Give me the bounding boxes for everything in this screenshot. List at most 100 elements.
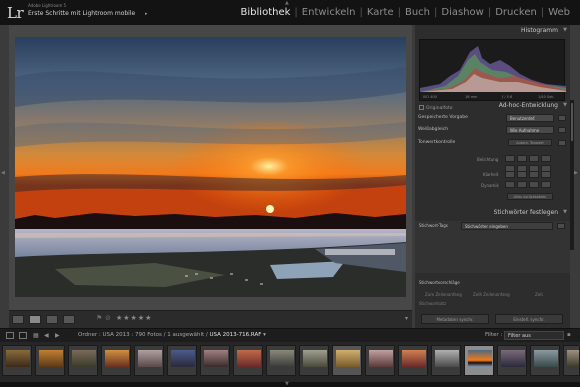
filmstrip-thumbnail[interactable] — [563, 345, 580, 376]
right-panel-scrollbar[interactable] — [570, 100, 574, 250]
filmstrip[interactable] — [0, 342, 580, 382]
histogram-title: Histogramm — [521, 27, 558, 34]
filmstrip-thumbnail[interactable] — [530, 345, 560, 376]
keyword-tags-input[interactable]: Stichwörter eingeben — [461, 222, 553, 230]
module-map[interactable]: Karte — [363, 7, 398, 18]
keyword-suggestion[interactable]: Zeit — [535, 292, 543, 297]
filmstrip-thumbnail[interactable] — [134, 345, 164, 376]
survey-view-button[interactable] — [63, 315, 75, 324]
grid-view-button[interactable] — [12, 315, 24, 324]
tone-expand-button[interactable] — [558, 140, 566, 146]
white-balance-select[interactable]: Wie Aufnahme — [506, 126, 554, 134]
sync-settings-button[interactable]: Einstell. synchr. — [495, 314, 563, 324]
top-panel-collapse-icon[interactable]: ▲ — [285, 0, 289, 6]
module-book[interactable]: Buch — [401, 7, 434, 18]
histogram: ISO 400 16 mm ƒ / 5.6 1/40 Sek. — [419, 39, 566, 101]
bottom-panel-collapse-icon[interactable]: ▼ — [285, 381, 289, 387]
histogram-focal: 16 mm — [465, 95, 478, 99]
module-develop[interactable]: Entwickeln — [298, 7, 360, 18]
sunset-photo[interactable] — [15, 37, 406, 297]
keyword-set-label: Stichwortsatz — [419, 301, 447, 306]
grid-icon[interactable]: ▦ — [33, 332, 39, 339]
quick-develop-header[interactable]: Ad-hoc-Entwicklung ▼ — [415, 101, 570, 110]
app-name: Adobe Lightroom 5 — [28, 3, 67, 8]
forward-arrow-icon[interactable]: ▶ — [55, 332, 60, 339]
saved-preset-label: Gespeicherte Vorgabe — [418, 115, 468, 120]
catalog-menu-arrow-icon[interactable]: ▸ — [145, 11, 148, 17]
module-picker: Bibliothek | Entwickeln | Karte | Buch | Dia… — [237, 7, 574, 18]
filmstrip-thumbnail[interactable] — [68, 345, 98, 376]
clarity-label: Klarheit — [483, 172, 499, 177]
collapse-triangle-icon: ▼ — [563, 102, 567, 108]
keyword-suggestions-label: Stichwortvorschläge — [419, 280, 460, 285]
toolbar-options-icon[interactable]: ▾ — [405, 315, 408, 322]
main-window-icon[interactable] — [6, 332, 14, 339]
right-panel: Histogramm ▼ ISO 400 16 mm ƒ / 5.6 1/40 … — [415, 25, 570, 328]
back-arrow-icon[interactable]: ◀ — [44, 332, 49, 339]
filmstrip-thumbnail[interactable] — [200, 345, 230, 376]
view-toolbar: ⚑ ⊘ ★★★★★ ▾ — [9, 310, 412, 328]
saved-preset-select[interactable]: Benutzerdef. — [506, 114, 554, 122]
source-path[interactable]: Ordner : USA 2013 : 790 Fotos / 1 ausgew… — [78, 332, 266, 338]
filmstrip-thumbnail[interactable] — [266, 345, 296, 376]
second-window-icon[interactable] — [19, 332, 27, 339]
filmstrip-thumbnail[interactable] — [35, 345, 65, 376]
filmstrip-thumbnail[interactable] — [2, 345, 32, 376]
wb-expand-button[interactable] — [558, 127, 566, 133]
tone-control-label: Tonwertkontrolle — [418, 140, 456, 145]
module-slideshow[interactable]: Diashow — [437, 7, 487, 18]
loupe-viewer[interactable] — [9, 25, 412, 310]
left-panel-toggle-icon[interactable]: ◀ — [1, 170, 5, 176]
keyword-suggestion[interactable]: Zum Zeilenanfang — [425, 292, 462, 297]
filmstrip-toolbar: ▦ ◀ ▶ Ordner : USA 2013 : 790 Fotos / 1 … — [0, 328, 580, 342]
filmstrip-thumbnail[interactable] — [167, 345, 197, 376]
preset-expand-button[interactable] — [558, 115, 566, 121]
module-print[interactable]: Drucken — [491, 7, 541, 18]
filmstrip-thumbnail[interactable] — [101, 345, 131, 376]
filmstrip-thumbnail[interactable] — [233, 345, 263, 376]
tone-control-row: Tonwertkontrolle Autom. Tonwert — [418, 138, 567, 148]
filmstrip-thumbnail-selected[interactable] — [464, 345, 494, 376]
histogram-iso: ISO 400 — [423, 95, 437, 99]
filmstrip-thumbnail[interactable] — [398, 345, 428, 376]
exposure-label: Belichtung — [477, 157, 499, 162]
reset-all-button[interactable]: Alles zurücksetzen — [507, 193, 553, 200]
filter-lock-icon[interactable]: ▪ — [567, 332, 571, 338]
filter-label: Filter : — [485, 332, 503, 338]
keywording-header[interactable]: Stichwörter festlegen ▼ — [415, 208, 570, 217]
source-menu-arrow-icon[interactable]: ▾ — [263, 332, 266, 338]
filmstrip-thumbnail[interactable] — [497, 345, 527, 376]
histogram-header[interactable]: Histogramm ▼ — [415, 26, 570, 35]
collapse-triangle-icon: ▼ — [563, 209, 567, 215]
reject-flag-icon[interactable]: ⊘ — [105, 314, 111, 322]
exposure-steppers[interactable] — [505, 155, 551, 162]
keyword-suggestion[interactable]: Zeilt Zeilenanfang — [473, 292, 510, 297]
compare-view-button[interactable] — [46, 315, 58, 324]
pick-flag-icon[interactable]: ⚑ — [96, 314, 102, 322]
loupe-view-button[interactable] — [29, 315, 41, 324]
keyword-tags-menu-button[interactable] — [557, 223, 565, 229]
bottom-edge — [0, 382, 580, 387]
keyword-tags-label: Stichwort-Tags — [419, 223, 448, 228]
selected-filename: USA 2013-716.RAF — [209, 332, 262, 338]
sync-metadata-button[interactable]: Metadaten synchr. — [421, 314, 489, 324]
auto-tone-button[interactable]: Autom. Tonwert — [508, 139, 552, 146]
filter-select[interactable]: Filter aus — [504, 331, 564, 340]
filmstrip-thumbnail[interactable] — [332, 345, 362, 376]
white-balance-row: Weißabgleich Wie Aufnahme — [418, 125, 567, 135]
filmstrip-thumbnail[interactable] — [299, 345, 329, 376]
filmstrip-thumbnail[interactable] — [431, 345, 461, 376]
filmstrip-thumbnail[interactable] — [365, 345, 395, 376]
keywording-title: Stichwörter festlegen — [493, 209, 558, 216]
clarity-steppers[interactable] — [505, 171, 551, 178]
histogram-aperture: ƒ / 5.6 — [502, 95, 513, 99]
vibrance-steppers[interactable] — [505, 181, 551, 188]
module-library[interactable]: Bibliothek — [237, 7, 295, 18]
saved-preset-row: Gespeicherte Vorgabe Benutzerdef. — [418, 113, 567, 123]
right-panel-toggle-icon[interactable]: ▶ — [574, 170, 578, 176]
module-web[interactable]: Web — [544, 7, 574, 18]
star-rating[interactable]: ★★★★★ — [116, 314, 152, 322]
source-folder-info: Ordner : USA 2013 : 790 Fotos / 1 ausgew… — [78, 332, 208, 338]
histogram-shutter: 1/40 Sek. — [538, 95, 555, 99]
catalog-title[interactable]: Erste Schritte mit Lightroom mobile — [28, 10, 135, 17]
